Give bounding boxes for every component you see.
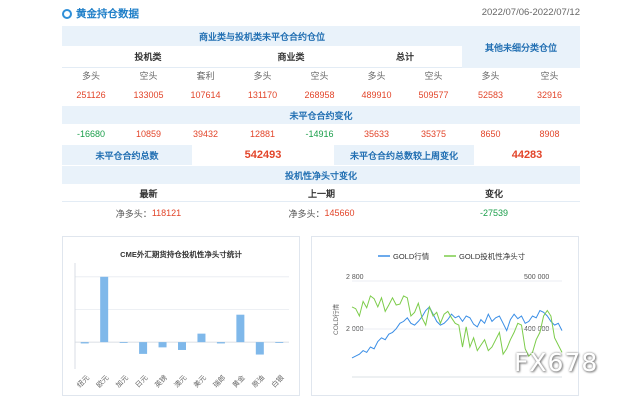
position-value: 32916 bbox=[536, 90, 563, 100]
position-value: 133005 bbox=[133, 90, 164, 100]
oi-change-total-value: 44283 bbox=[511, 149, 543, 161]
section-header-other: 其他未细分类仓位 bbox=[462, 26, 580, 68]
legend-label[interactable]: GOLD投机性净头寸 bbox=[459, 251, 526, 261]
position-value: 52583 bbox=[477, 90, 504, 100]
bar-5 bbox=[178, 342, 186, 350]
column-label: 多头 bbox=[348, 68, 405, 82]
net-previous-header: 上一期 bbox=[235, 186, 408, 202]
oi-change-value: 35375 bbox=[420, 129, 447, 139]
left-axis-tick: 2 000 bbox=[346, 326, 364, 333]
x-tick-label: 日元 bbox=[134, 374, 150, 390]
position-value: 107614 bbox=[190, 90, 221, 100]
column-label: 套利 bbox=[177, 68, 234, 82]
net-change-cell: -27539 bbox=[408, 204, 580, 222]
oi-change-value: 35633 bbox=[363, 129, 390, 139]
oi-total-value: 542493 bbox=[244, 149, 282, 161]
x-tick-label: 黄金 bbox=[230, 373, 246, 389]
bar-6 bbox=[197, 333, 206, 343]
bar-7 bbox=[216, 342, 225, 344]
position-value: 251126 bbox=[76, 90, 106, 100]
y-axis-label: COLD行情 bbox=[331, 303, 340, 335]
oi-change-value: 12881 bbox=[249, 129, 276, 139]
column-label: 空头 bbox=[519, 68, 580, 82]
chart-title: CME外汇期货持仓投机性净头寸统计 bbox=[120, 249, 242, 259]
bar-1 bbox=[100, 276, 109, 343]
column-label: 空头 bbox=[405, 68, 462, 82]
position-value: 489910 bbox=[361, 90, 392, 100]
net-latest-cell: 净多头： 118121 bbox=[62, 204, 235, 222]
net-change-header: 变化 bbox=[408, 186, 580, 202]
left-axis-tick: 2 800 bbox=[346, 274, 364, 281]
oi-change-value: 10859 bbox=[135, 129, 162, 139]
net-previous-cell: 净多头： 145660 bbox=[235, 204, 408, 222]
net-latest-header: 最新 bbox=[62, 186, 235, 202]
section-header-net-change: 投机性净头寸变化 bbox=[62, 166, 580, 184]
x-tick-label: 瑞郎 bbox=[211, 373, 227, 389]
x-tick-label: 美元 bbox=[192, 373, 208, 389]
bar-3 bbox=[139, 342, 148, 354]
date-range: 2022/07/06-2022/07/12 bbox=[481, 7, 580, 18]
x-tick-label: 澳元 bbox=[172, 373, 188, 389]
net-value: 118121 bbox=[151, 208, 182, 218]
column-label: 多头 bbox=[234, 68, 291, 82]
oi-total-label: 未平仓合约总数 bbox=[62, 145, 192, 165]
oi-change-value: 39432 bbox=[192, 129, 219, 139]
page-header: 黄金持仓数据 2022/07/06-2022/07/12 bbox=[62, 6, 580, 22]
circle-bullet-icon bbox=[62, 9, 72, 19]
oi-change-label: 未平仓合约总数较上周变化 bbox=[334, 145, 474, 165]
oi-change-value: 8650 bbox=[480, 129, 501, 139]
column-label: 多头 bbox=[62, 68, 120, 82]
group-header-total: 总计 bbox=[348, 46, 462, 68]
column-label: 多头 bbox=[462, 68, 519, 82]
x-tick-label: 白银 bbox=[269, 373, 285, 389]
x-tick-label: 加元 bbox=[114, 373, 130, 389]
right-axis-tick: 500 000 bbox=[524, 274, 549, 281]
bar-2 bbox=[119, 342, 128, 343]
bar-8 bbox=[236, 314, 245, 343]
section-header-positions: 商业类与投机类未平仓合约仓位 bbox=[62, 26, 462, 46]
net-long-label: 净多头： bbox=[115, 208, 152, 219]
net-value: 145660 bbox=[324, 208, 355, 218]
x-tick-label: 欧元 bbox=[94, 373, 110, 389]
bar-0 bbox=[80, 342, 89, 344]
position-value: 131170 bbox=[247, 90, 278, 100]
watermark-logo: FX678 bbox=[514, 348, 599, 377]
bar-9 bbox=[255, 342, 264, 355]
position-value: 268958 bbox=[304, 90, 335, 100]
oi-change-value: -14916 bbox=[305, 129, 334, 139]
x-tick-label: 纽元 bbox=[75, 373, 91, 389]
group-header-commercial: 商业类 bbox=[234, 46, 348, 68]
group-header-speculative: 投机类 bbox=[62, 46, 234, 68]
oi-change-value: -16680 bbox=[76, 129, 106, 139]
oi-change-value: 8908 bbox=[539, 129, 560, 139]
net-position-bar-chart: CME外汇期货持仓投机性净头寸统计纽元 欧元 加元 日元 英镑 澳元 美元 瑞郎 黄金 原油 白银 bbox=[74, 249, 289, 390]
left-chart-panel: CME外汇期货持仓投机性净头寸统计纽元 欧元 加元 日元 英镑 澳元 美元 瑞郎 黄金 原油 白银 bbox=[62, 236, 300, 396]
position-value: 509577 bbox=[418, 90, 449, 100]
section-header-oi-change: 未平仓合约变化 bbox=[62, 106, 580, 124]
net-value: -27539 bbox=[479, 208, 509, 218]
x-tick-label: 原油 bbox=[250, 373, 266, 389]
x-tick-label: 英镑 bbox=[153, 373, 169, 389]
column-label: 空头 bbox=[120, 68, 177, 82]
column-label: 空头 bbox=[291, 68, 348, 82]
bar-4 bbox=[158, 342, 167, 348]
page-title: 黄金持仓数据 bbox=[76, 8, 139, 20]
bar-10 bbox=[275, 342, 284, 343]
legend-label[interactable]: GOLD行情 bbox=[393, 251, 430, 261]
net-long-label: 净多头： bbox=[288, 208, 325, 219]
right-axis-tick: 400 000 bbox=[524, 326, 549, 333]
